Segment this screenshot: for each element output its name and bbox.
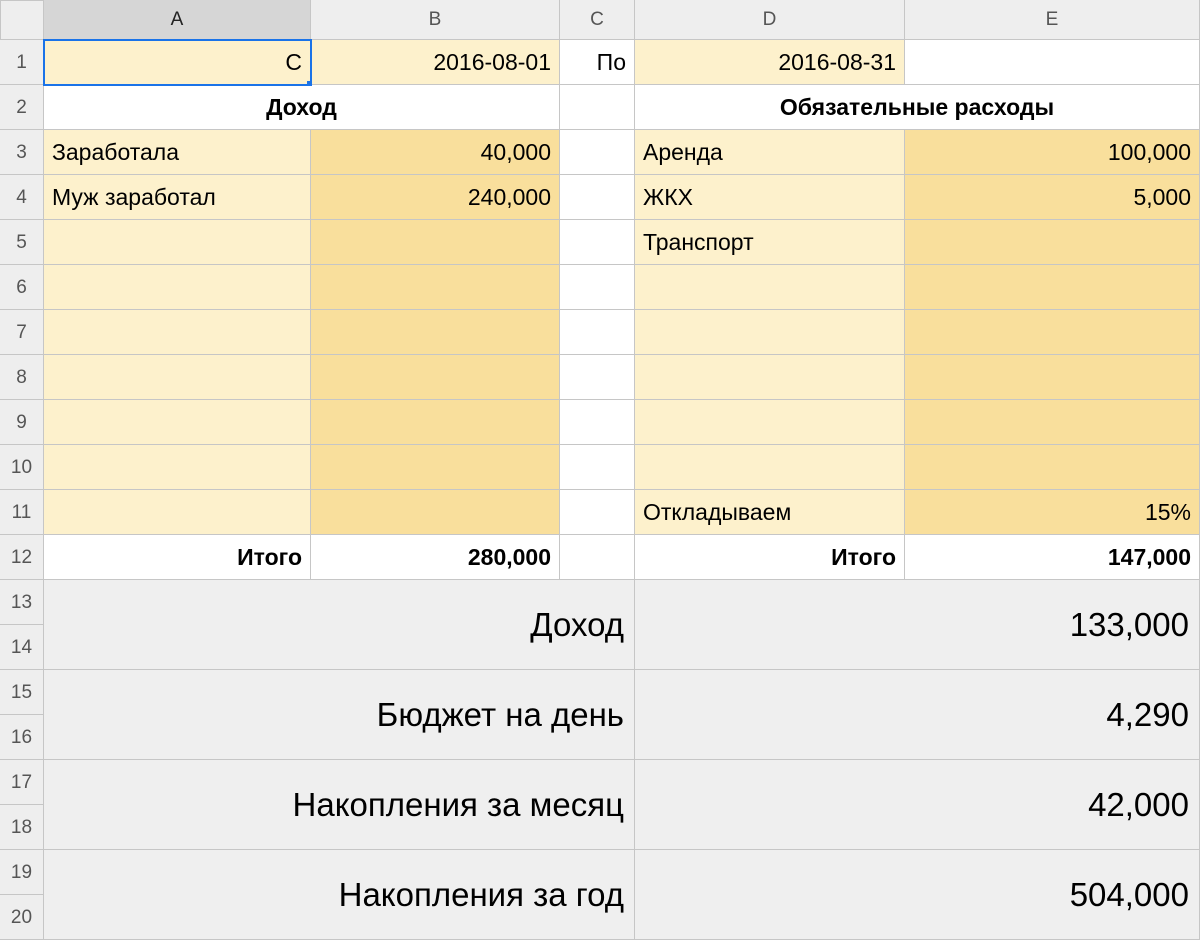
summary-label-3[interactable]: Накопления за год	[44, 850, 635, 940]
summary-value-2[interactable]: 42,000	[635, 760, 1200, 850]
cell-E7[interactable]	[905, 310, 1200, 355]
cell-C3[interactable]	[560, 130, 635, 175]
cell-A5[interactable]	[44, 220, 311, 265]
cell-C4[interactable]	[560, 175, 635, 220]
expenses-section-header[interactable]: Обязательные расходы	[635, 85, 1200, 130]
expense-total-value[interactable]: 147,000	[905, 535, 1200, 580]
income-label-1[interactable]: Муж заработал	[44, 175, 311, 220]
cell-A11[interactable]	[44, 490, 311, 535]
row-header-5[interactable]: 5	[0, 220, 44, 265]
savings-label[interactable]: Откладываем	[635, 490, 905, 535]
spreadsheet-grid[interactable]: A B C D E 1 С 2016-08-01 По 2016-08-31 2…	[0, 0, 1200, 940]
cell-C2[interactable]	[560, 85, 635, 130]
cell-C12[interactable]	[560, 535, 635, 580]
cell-C10[interactable]	[560, 445, 635, 490]
cell-D1[interactable]: 2016-08-31	[635, 40, 905, 85]
cell-B8[interactable]	[311, 355, 560, 400]
cell-A1[interactable]: С	[44, 40, 311, 85]
cell-C9[interactable]	[560, 400, 635, 445]
expense-value-1[interactable]: 5,000	[905, 175, 1200, 220]
summary-value-1[interactable]: 4,290	[635, 670, 1200, 760]
row-header-9[interactable]: 9	[0, 400, 44, 445]
cell-C6[interactable]	[560, 265, 635, 310]
cell-E1[interactable]	[905, 40, 1200, 85]
cell-D8[interactable]	[635, 355, 905, 400]
row-header-11[interactable]: 11	[0, 490, 44, 535]
row-header-12[interactable]: 12	[0, 535, 44, 580]
cell-A7[interactable]	[44, 310, 311, 355]
expense-total-label[interactable]: Итого	[635, 535, 905, 580]
income-total-value[interactable]: 280,000	[311, 535, 560, 580]
row-header-10[interactable]: 10	[0, 445, 44, 490]
row-header-14[interactable]: 14	[0, 625, 44, 670]
cell-D9[interactable]	[635, 400, 905, 445]
cell-B9[interactable]	[311, 400, 560, 445]
expense-value-0[interactable]: 100,000	[905, 130, 1200, 175]
summary-value-3[interactable]: 504,000	[635, 850, 1200, 940]
expense-label-1[interactable]: ЖКХ	[635, 175, 905, 220]
income-total-label[interactable]: Итого	[44, 535, 311, 580]
income-value-0[interactable]: 40,000	[311, 130, 560, 175]
summary-label-0[interactable]: Доход	[44, 580, 635, 670]
row-header-7[interactable]: 7	[0, 310, 44, 355]
cell-D6[interactable]	[635, 265, 905, 310]
select-all-corner[interactable]	[0, 0, 44, 40]
cell-B10[interactable]	[311, 445, 560, 490]
cell-D10[interactable]	[635, 445, 905, 490]
col-header-E[interactable]: E	[905, 0, 1200, 40]
cell-C8[interactable]	[560, 355, 635, 400]
cell-B7[interactable]	[311, 310, 560, 355]
cell-A8[interactable]	[44, 355, 311, 400]
cell-A10[interactable]	[44, 445, 311, 490]
row-header-6[interactable]: 6	[0, 265, 44, 310]
income-label-0[interactable]: Заработала	[44, 130, 311, 175]
cell-A9[interactable]	[44, 400, 311, 445]
col-header-B[interactable]: B	[311, 0, 560, 40]
cell-B11[interactable]	[311, 490, 560, 535]
cell-B6[interactable]	[311, 265, 560, 310]
summary-value-0[interactable]: 133,000	[635, 580, 1200, 670]
income-value-1[interactable]: 240,000	[311, 175, 560, 220]
expense-value-2[interactable]	[905, 220, 1200, 265]
col-header-D[interactable]: D	[635, 0, 905, 40]
row-header-20[interactable]: 20	[0, 895, 44, 940]
expense-label-2[interactable]: Транспорт	[635, 220, 905, 265]
col-header-A[interactable]: A	[44, 0, 311, 40]
cell-C11[interactable]	[560, 490, 635, 535]
cell-B5[interactable]	[311, 220, 560, 265]
cell-C5[interactable]	[560, 220, 635, 265]
row-header-13[interactable]: 13	[0, 580, 44, 625]
expense-label-0[interactable]: Аренда	[635, 130, 905, 175]
cell-B1[interactable]: 2016-08-01	[311, 40, 560, 85]
row-header-15[interactable]: 15	[0, 670, 44, 715]
row-header-3[interactable]: 3	[0, 130, 44, 175]
col-header-C[interactable]: C	[560, 0, 635, 40]
row-header-8[interactable]: 8	[0, 355, 44, 400]
row-header-17[interactable]: 17	[0, 760, 44, 805]
cell-C1[interactable]: По	[560, 40, 635, 85]
row-header-2[interactable]: 2	[0, 85, 44, 130]
cell-E6[interactable]	[905, 265, 1200, 310]
row-header-4[interactable]: 4	[0, 175, 44, 220]
cell-E10[interactable]	[905, 445, 1200, 490]
row-header-16[interactable]: 16	[0, 715, 44, 760]
income-section-header[interactable]: Доход	[44, 85, 560, 130]
cell-E8[interactable]	[905, 355, 1200, 400]
savings-value[interactable]: 15%	[905, 490, 1200, 535]
summary-label-2[interactable]: Накопления за месяц	[44, 760, 635, 850]
summary-label-1[interactable]: Бюджет на день	[44, 670, 635, 760]
cell-E9[interactable]	[905, 400, 1200, 445]
row-header-19[interactable]: 19	[0, 850, 44, 895]
row-header-18[interactable]: 18	[0, 805, 44, 850]
cell-D7[interactable]	[635, 310, 905, 355]
row-header-1[interactable]: 1	[0, 40, 44, 85]
cell-C7[interactable]	[560, 310, 635, 355]
cell-A6[interactable]	[44, 265, 311, 310]
